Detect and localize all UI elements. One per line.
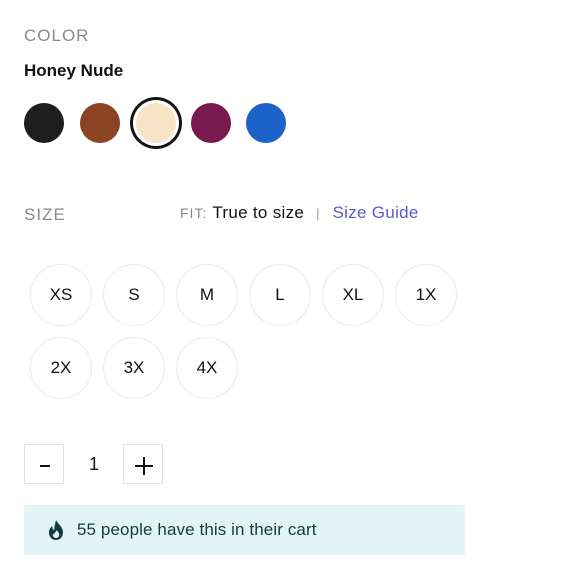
cart-popularity-notice: 55 people have this in their cart bbox=[24, 505, 465, 555]
fit-separator: | bbox=[316, 206, 320, 221]
size-section-label: SIZE bbox=[24, 205, 66, 224]
size-button-4x[interactable]: 4X bbox=[176, 337, 238, 399]
quantity-increment-button[interactable] bbox=[123, 444, 163, 484]
fit-label: FIT: bbox=[180, 205, 208, 221]
size-button-m[interactable]: M bbox=[176, 264, 238, 326]
size-button-2x[interactable]: 2X bbox=[30, 337, 92, 399]
size-button-xl[interactable]: XL bbox=[322, 264, 384, 326]
color-swatch-honey-nude[interactable] bbox=[136, 103, 176, 143]
plus-icon bbox=[135, 457, 153, 475]
cart-notice-text: 55 people have this in their cart bbox=[77, 520, 317, 539]
size-button-l[interactable]: L bbox=[249, 264, 311, 326]
color-swatch-brown[interactable] bbox=[80, 103, 120, 143]
quantity-value: 1 bbox=[88, 453, 99, 474]
color-swatch-list bbox=[0, 0, 580, 160]
quantity-decrement-button[interactable] bbox=[24, 444, 64, 484]
size-guide-link[interactable]: Size Guide bbox=[333, 203, 419, 223]
size-button-1x[interactable]: 1X bbox=[395, 264, 457, 326]
size-button-xs[interactable]: XS bbox=[30, 264, 92, 326]
fit-value: True to size bbox=[212, 203, 305, 222]
color-swatch-plum[interactable] bbox=[191, 103, 231, 143]
color-swatch-blue[interactable] bbox=[246, 103, 286, 143]
fit-info: FIT: True to size | Size Guide bbox=[180, 203, 419, 225]
size-button-3x[interactable]: 3X bbox=[103, 337, 165, 399]
minus-icon bbox=[40, 465, 50, 467]
color-swatch-black[interactable] bbox=[24, 103, 64, 143]
size-button-s[interactable]: S bbox=[103, 264, 165, 326]
flame-icon bbox=[49, 520, 63, 540]
